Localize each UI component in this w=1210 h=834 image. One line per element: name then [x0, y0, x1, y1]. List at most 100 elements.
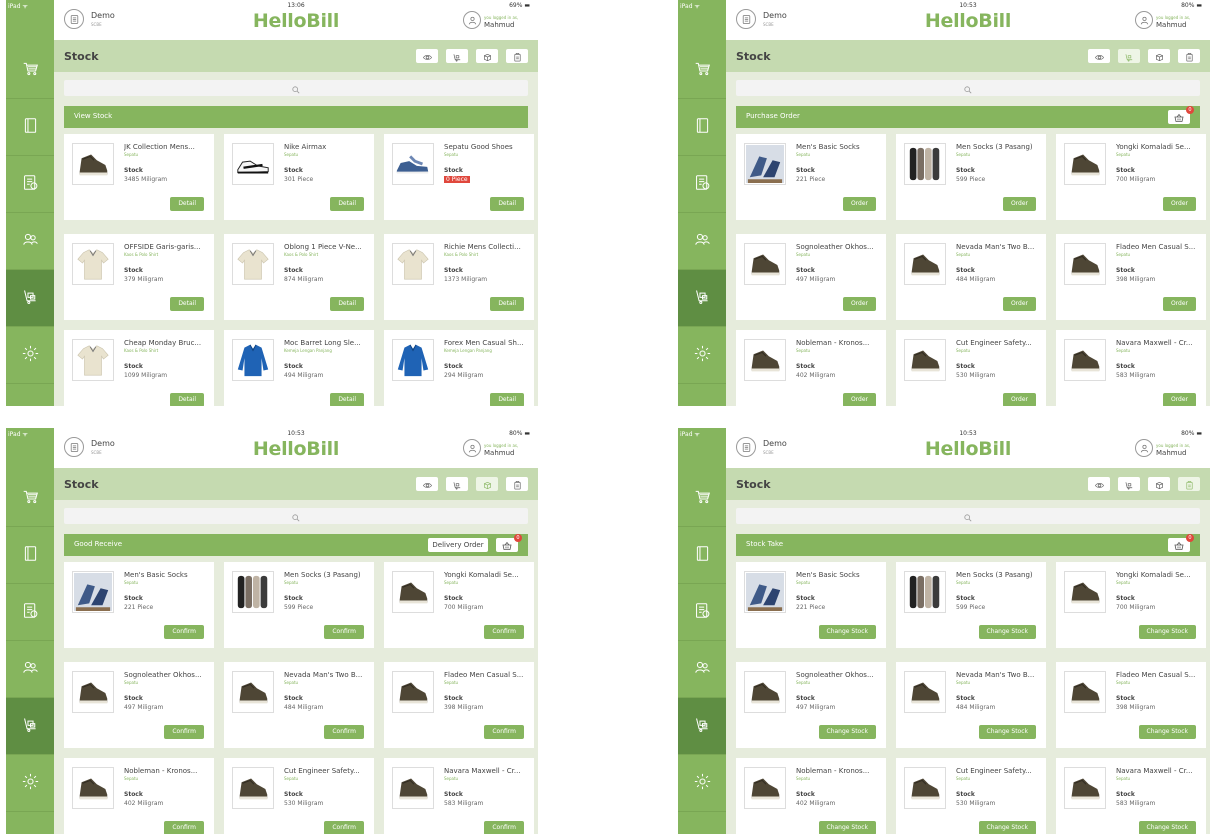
sidebar-item-notebook[interactable] [678, 99, 726, 156]
search-input[interactable] [64, 508, 528, 524]
search-input[interactable] [736, 80, 1200, 96]
product-card[interactable]: Yongki Komaladi Se... Sepatu Stock 700 Mili… [1056, 562, 1206, 648]
sidebar-item-customers[interactable] [678, 641, 726, 698]
product-card[interactable]: Forex Men Casual Sh... Kemeja Lengan Panj… [384, 330, 534, 406]
card-action-button[interactable]: Detail [170, 393, 204, 406]
delivery-order-button[interactable]: Delivery Order [428, 538, 488, 552]
basket-button[interactable]: 0 [496, 534, 522, 552]
product-card[interactable]: Nobleman - Kronos... Sepatu Stock 402 Milig… [736, 758, 886, 834]
product-card[interactable]: Yongki Komaladi Se... Sepatu Stock 700 Mili… [1056, 134, 1206, 220]
product-card[interactable]: Men's Basic Socks Sepatu Stock 221 Piece Cha… [736, 562, 886, 648]
card-action-button[interactable]: Confirm [324, 821, 364, 834]
mode-button-receive[interactable] [476, 49, 498, 63]
sidebar-item-cart[interactable] [6, 470, 54, 527]
sidebar-item-report[interactable] [678, 156, 726, 213]
sidebar-item-cart[interactable] [6, 42, 54, 99]
card-action-button[interactable]: Detail [330, 393, 364, 406]
mode-button-eye[interactable] [1088, 49, 1110, 63]
card-action-button[interactable]: Change Stock [1138, 625, 1196, 639]
product-card[interactable]: Oblong 1 Piece V-Ne... Kaos & Polo Shirt S… [224, 234, 374, 320]
product-card[interactable]: Men's Basic Socks Sepatu Stock 221 Piece Con… [64, 562, 214, 648]
sidebar-item-customers[interactable] [6, 213, 54, 270]
card-action-button[interactable]: Order [1162, 297, 1196, 311]
card-action-button[interactable]: Change Stock [1138, 725, 1196, 739]
card-action-button[interactable]: Order [842, 297, 876, 311]
mode-button-stock-cart[interactable] [1118, 477, 1140, 491]
sidebar-item-settings[interactable] [678, 327, 726, 384]
mode-button-eye[interactable] [416, 49, 438, 63]
product-card[interactable]: Men Socks (3 Pasang) Sepatu Stock 599 Piece… [896, 562, 1046, 648]
sidebar-item-settings[interactable] [6, 327, 54, 384]
card-action-button[interactable]: Change Stock [818, 625, 876, 639]
mode-button-stock-cart[interactable] [1118, 49, 1140, 63]
product-card[interactable]: Cut Engineer Safety... Sepatu Stock 530 Mil… [224, 758, 374, 834]
card-action-button[interactable]: Change Stock [978, 625, 1036, 639]
basket-button[interactable]: 0 [1168, 534, 1194, 552]
product-card[interactable]: Cut Engineer Safety... Sepatu Stock 530 Mil… [896, 330, 1046, 406]
card-action-button[interactable]: Order [1002, 297, 1036, 311]
sidebar-item-stock[interactable] [678, 270, 726, 327]
product-card[interactable]: Navara Maxwell - Cr... Sepatu Stock 583 Mil… [1056, 330, 1206, 406]
product-card[interactable]: Sepatu Good Shoes Sepatu Stock 0 Piece Detai… [384, 134, 534, 220]
mode-button-eye[interactable] [416, 477, 438, 491]
product-card[interactable]: Navara Maxwell - Cr... Sepatu Stock 583 Mil… [384, 758, 534, 834]
card-action-button[interactable]: Confirm [324, 625, 364, 639]
product-card[interactable]: Cheap Monday Bruc... Kaos & Polo Shirt Sto… [64, 330, 214, 406]
card-action-button[interactable]: Order [1002, 393, 1036, 406]
card-action-button[interactable]: Confirm [484, 821, 524, 834]
card-action-button[interactable]: Change Stock [818, 821, 876, 834]
product-card[interactable]: JK Collection Mens... Sepatu Stock 3485 Mil… [64, 134, 214, 220]
product-card[interactable]: Nevada Man's Two B... Sepatu Stock 484 Mili… [896, 662, 1046, 748]
sidebar-item-cart[interactable] [678, 470, 726, 527]
card-action-button[interactable]: Detail [170, 197, 204, 211]
sidebar-item-report[interactable] [6, 584, 54, 641]
mode-button-stock-cart[interactable] [446, 477, 468, 491]
sidebar-item-settings[interactable] [6, 755, 54, 812]
sidebar-item-settings[interactable] [678, 755, 726, 812]
product-card[interactable]: Fladeo Men Casual S... Sepatu Stock 398 Mil… [1056, 662, 1206, 748]
product-card[interactable]: Nobleman - Kronos... Sepatu Stock 402 Milig… [736, 330, 886, 406]
card-action-button[interactable]: Confirm [484, 725, 524, 739]
card-action-button[interactable]: Order [1162, 197, 1196, 211]
product-card[interactable]: Nike Airmax Sepatu Stock 301 Piece Detail [224, 134, 374, 220]
card-action-button[interactable]: Detail [490, 297, 524, 311]
card-action-button[interactable]: Change Stock [1138, 821, 1196, 834]
product-card[interactable]: Men's Basic Socks Sepatu Stock 221 Piece Ord… [736, 134, 886, 220]
search-input[interactable] [736, 508, 1200, 524]
product-card[interactable]: Fladeo Men Casual S... Sepatu Stock 398 Mil… [384, 662, 534, 748]
search-input[interactable] [64, 80, 528, 96]
product-card[interactable]: Men Socks (3 Pasang) Sepatu Stock 599 Piece… [896, 134, 1046, 220]
sidebar-item-customers[interactable] [6, 641, 54, 698]
product-card[interactable]: Richie Mens Collecti... Kaos & Polo Shirt… [384, 234, 534, 320]
product-card[interactable]: Nevada Man's Two B... Sepatu Stock 484 Mili… [896, 234, 1046, 320]
product-card[interactable]: Sognoleather Okhos... Sepatu Stock 497 Mili… [736, 662, 886, 748]
card-action-button[interactable]: Change Stock [978, 725, 1036, 739]
sidebar-item-customers[interactable] [678, 213, 726, 270]
product-card[interactable]: Moc Barret Long Sle... Kemeja Lengan Panj… [224, 330, 374, 406]
user-avatar[interactable] [1135, 11, 1153, 29]
mode-button-receive[interactable] [1148, 49, 1170, 63]
sidebar-item-notebook[interactable] [678, 527, 726, 584]
mode-button-stocktake[interactable] [1178, 49, 1200, 63]
product-card[interactable]: Sognoleather Okhos... Sepatu Stock 497 Mili… [736, 234, 886, 320]
card-action-button[interactable]: Detail [170, 297, 204, 311]
product-card[interactable]: Nobleman - Kronos... Sepatu Stock 402 Milig… [64, 758, 214, 834]
card-action-button[interactable]: Confirm [484, 625, 524, 639]
card-action-button[interactable]: Detail [330, 197, 364, 211]
card-action-button[interactable]: Confirm [164, 725, 204, 739]
sidebar-item-report[interactable] [6, 156, 54, 213]
mode-button-receive[interactable] [476, 477, 498, 491]
card-action-button[interactable]: Confirm [164, 821, 204, 834]
sidebar-item-cart[interactable] [678, 42, 726, 99]
product-card[interactable]: Nevada Man's Two B... Sepatu Stock 484 Mili… [224, 662, 374, 748]
user-avatar[interactable] [1135, 439, 1153, 457]
card-action-button[interactable]: Detail [330, 297, 364, 311]
user-avatar[interactable] [463, 439, 481, 457]
product-card[interactable]: Cut Engineer Safety... Sepatu Stock 530 Mil… [896, 758, 1046, 834]
mode-button-eye[interactable] [1088, 477, 1110, 491]
sidebar-item-notebook[interactable] [6, 99, 54, 156]
mode-button-stock-cart[interactable] [446, 49, 468, 63]
card-action-button[interactable]: Change Stock [818, 725, 876, 739]
user-avatar[interactable] [463, 11, 481, 29]
card-action-button[interactable]: Confirm [164, 625, 204, 639]
